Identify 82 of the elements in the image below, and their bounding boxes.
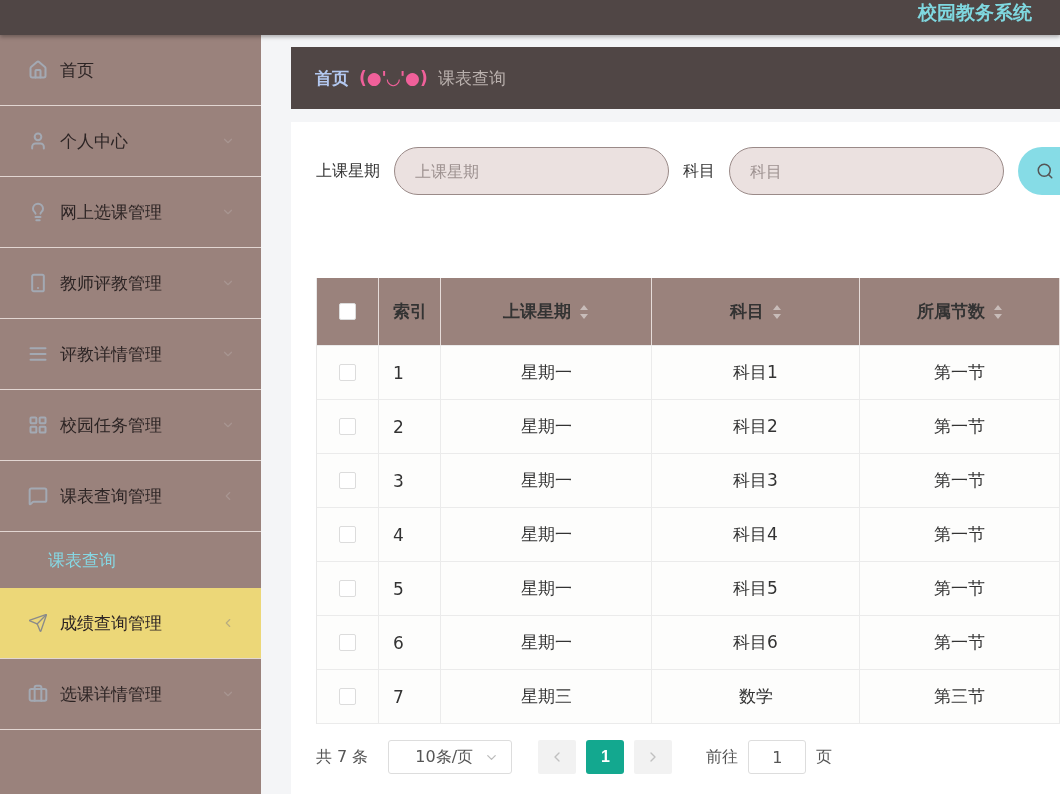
home-icon bbox=[28, 60, 48, 80]
table-cell: 星期一 bbox=[520, 523, 572, 546]
sidebar-item[interactable]: 首页 bbox=[0, 35, 261, 106]
table-cell: 科目6 bbox=[733, 631, 778, 654]
breadcrumb-current: 课表查询 bbox=[437, 66, 506, 90]
search-field[interactable]: 科目 bbox=[729, 147, 1004, 195]
table-cell: 第一节 bbox=[934, 523, 985, 546]
row-checkbox[interactable] bbox=[339, 580, 356, 597]
column-header: 所属节数 bbox=[916, 300, 985, 323]
table-cell: 第一节 bbox=[934, 415, 985, 438]
column-header: 科目 bbox=[729, 300, 764, 323]
chat-icon bbox=[28, 486, 48, 506]
phone-icon bbox=[28, 273, 48, 293]
column-header: 上课星期 bbox=[503, 300, 571, 323]
table-cell: 星期三 bbox=[520, 685, 572, 708]
table-cell: 6 bbox=[393, 632, 404, 653]
system-title: 校园教务系统 bbox=[918, 1, 1032, 23]
table-cell: 第一节 bbox=[934, 469, 985, 492]
column-header-cell[interactable]: 索引 bbox=[379, 278, 441, 345]
table-cell: 2 bbox=[393, 416, 404, 437]
row-checkbox[interactable] bbox=[339, 364, 356, 381]
briefcase-icon bbox=[28, 684, 48, 704]
table-cell: 星期一 bbox=[520, 577, 572, 600]
row-checkbox[interactable] bbox=[339, 526, 356, 543]
table-cell: 科目1 bbox=[733, 361, 778, 384]
table-cell: 3 bbox=[393, 470, 404, 491]
sidebar-item[interactable]: 选课详情管理 bbox=[0, 659, 261, 730]
table-cell: 第一节 bbox=[934, 361, 985, 384]
table-cell: 星期一 bbox=[520, 361, 572, 384]
grid-icon bbox=[28, 415, 48, 435]
field-label: 科目 bbox=[683, 160, 715, 182]
column-header-cell[interactable]: 科目 bbox=[652, 278, 860, 345]
page-button[interactable]: 1 bbox=[586, 740, 625, 774]
total-count: 共 7 条 bbox=[316, 746, 369, 768]
table-cell: 星期一 bbox=[520, 631, 572, 654]
table-cell: 5 bbox=[393, 578, 404, 599]
search-icon bbox=[1036, 162, 1054, 180]
table-cell: 4 bbox=[393, 524, 404, 545]
table-cell: 星期一 bbox=[520, 469, 572, 492]
next-page-button[interactable] bbox=[634, 740, 673, 774]
goto-page-field[interactable]: 1 bbox=[748, 740, 807, 774]
sidebar-item[interactable]: 网上选课管理 bbox=[0, 177, 261, 248]
sidebar-item[interactable]: 成绩查询管理 bbox=[0, 588, 261, 659]
list-icon bbox=[28, 344, 48, 364]
column-header: 索引 bbox=[392, 300, 427, 323]
sort-icon[interactable] bbox=[771, 303, 782, 320]
sidebar-item[interactable]: 个人中心 bbox=[0, 106, 261, 177]
table-cell: 科目4 bbox=[733, 523, 778, 546]
table-cell: 数学 bbox=[738, 685, 773, 708]
submenu-item[interactable]: 课表查询 bbox=[48, 548, 116, 572]
sort-icon[interactable] bbox=[579, 303, 589, 320]
table-cell: 第一节 bbox=[934, 577, 985, 600]
select-all-checkbox[interactable] bbox=[339, 303, 356, 320]
send-icon bbox=[28, 613, 48, 633]
column-header-cell[interactable]: 所属节数 bbox=[860, 278, 1060, 345]
goto-label: 前往 bbox=[706, 746, 739, 768]
user-icon bbox=[28, 131, 48, 151]
column-header-cell[interactable]: 上课星期 bbox=[441, 278, 652, 345]
sidebar-item[interactable]: 评教详情管理 bbox=[0, 319, 261, 390]
search-field[interactable]: 上课星期 bbox=[394, 147, 669, 195]
table-cell: 第三节 bbox=[934, 685, 985, 708]
table-cell: 科目2 bbox=[733, 415, 778, 438]
page-size-select[interactable]: 10条/页 bbox=[388, 740, 513, 774]
row-checkbox[interactable] bbox=[339, 688, 356, 705]
breadcrumb-separator: (●'◡'●) bbox=[359, 68, 428, 88]
table-cell: 7 bbox=[393, 686, 404, 707]
sidebar-item[interactable]: 教师评教管理 bbox=[0, 248, 261, 319]
table-cell: 第一节 bbox=[934, 631, 985, 654]
table-cell: 科目3 bbox=[733, 469, 778, 492]
sidebar-item[interactable]: 课表查询管理 bbox=[0, 461, 261, 532]
table-cell: 科目5 bbox=[733, 577, 778, 600]
table-cell: 星期一 bbox=[520, 415, 572, 438]
sidebar-item[interactable]: 校园任务管理 bbox=[0, 390, 261, 461]
breadcrumb-home-link[interactable]: 首页 bbox=[315, 66, 349, 90]
row-checkbox[interactable] bbox=[339, 472, 356, 489]
page-suffix: 页 bbox=[816, 746, 833, 768]
prev-page-button[interactable] bbox=[538, 740, 577, 774]
table-cell: 1 bbox=[393, 362, 404, 383]
field-label: 上课星期 bbox=[316, 160, 380, 182]
row-checkbox[interactable] bbox=[339, 418, 356, 435]
row-checkbox[interactable] bbox=[339, 634, 356, 651]
sort-icon[interactable] bbox=[992, 303, 1003, 320]
